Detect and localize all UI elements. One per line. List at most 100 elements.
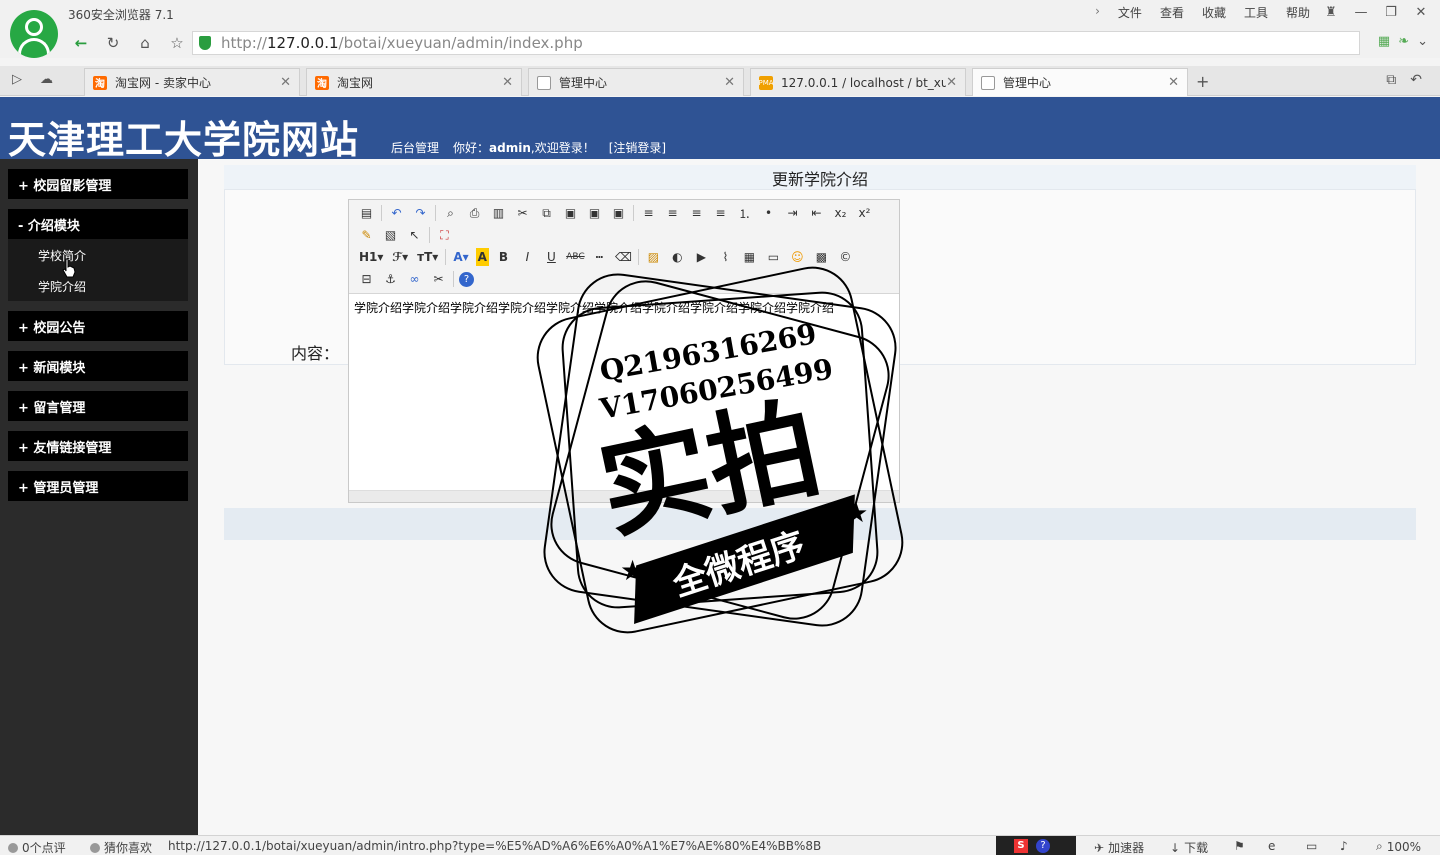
align-right-icon[interactable]: ≡ [687, 204, 706, 222]
tab-admin-center-active[interactable]: 管理中心 ✕ [972, 68, 1188, 96]
align-left-icon[interactable]: ≡ [639, 204, 658, 222]
minimize-button[interactable]: — [1350, 2, 1372, 22]
print-icon[interactable]: ⎙ [465, 204, 484, 222]
menu-file[interactable]: 文件 [1118, 4, 1142, 21]
tab-close-icon[interactable]: ✕ [502, 75, 513, 90]
close-button[interactable]: ✕ [1410, 2, 1432, 22]
link-icon[interactable]: ∞ [405, 270, 424, 288]
underline-icon[interactable]: U [542, 248, 561, 266]
media-icon[interactable]: ▶ [692, 248, 711, 266]
menu-tools[interactable]: 工具 [1244, 4, 1268, 21]
sound-icon[interactable]: ♪ [1340, 839, 1348, 853]
menu-help[interactable]: 帮助 [1286, 4, 1310, 21]
line-icon[interactable]: ▭ [764, 248, 783, 266]
flash-icon[interactable]: ◐ [668, 248, 687, 266]
url-input[interactable]: http://127.0.0.1/botai/xueyuan/admin/ind… [192, 31, 1360, 55]
sidebar-item-news-module[interactable]: + 新闻模块 [8, 351, 188, 381]
strikethrough-icon[interactable]: ABC [566, 248, 585, 266]
sidebar-item-messages[interactable]: + 留言管理 [8, 391, 188, 421]
dropdown-chevron-icon[interactable]: ⌄ [1417, 34, 1428, 49]
maximize-button[interactable]: ❐ [1380, 2, 1402, 22]
chevron-right-icon[interactable]: › [1095, 4, 1100, 21]
italic-icon[interactable]: I [518, 248, 537, 266]
cloud-icon[interactable]: ☁ [40, 72, 53, 87]
sidebar-item-friend-links[interactable]: + 友情链接管理 [8, 431, 188, 461]
font-color-icon[interactable]: A▾ [451, 248, 470, 266]
table-icon[interactable]: ▦ [740, 248, 759, 266]
sogou-icon[interactable]: S [1014, 839, 1028, 853]
map-icon[interactable]: ▩ [812, 248, 831, 266]
unordered-list-icon[interactable]: • [759, 204, 778, 222]
clear-format-icon[interactable]: ✎ [357, 226, 376, 244]
paste-text-icon[interactable]: ▣ [585, 204, 604, 222]
align-justify-icon[interactable]: ≡ [711, 204, 730, 222]
tab-close-icon[interactable]: ✕ [280, 75, 291, 90]
font-family-icon[interactable]: ℱ▾ [390, 248, 410, 266]
template-icon[interactable]: ▥ [489, 204, 508, 222]
logout-link[interactable]: [注销登录] [609, 139, 666, 156]
subscript-icon[interactable]: x₂ [831, 204, 850, 222]
anchor-icon[interactable]: ⚓ [381, 270, 400, 288]
sidebar-toggle-icon[interactable]: ▷ [12, 72, 22, 87]
page-break-icon[interactable]: ⊟ [357, 270, 376, 288]
qrcode-icon[interactable]: ▦ [1378, 34, 1390, 49]
outdent-icon[interactable]: ⇤ [807, 204, 826, 222]
emoticon-icon[interactable]: ☺ [788, 248, 807, 266]
editor-content[interactable]: 学院介绍学院介绍学院介绍学院介绍学院介绍学院介绍学院介绍学院介绍学院介绍学院介绍 [354, 300, 874, 317]
copy-icon[interactable]: ⧉ [537, 204, 556, 222]
source-icon[interactable]: ▤ [357, 204, 376, 222]
remove-format-icon[interactable]: ⌫ [614, 248, 633, 266]
tab-list-icon[interactable]: ⧉ [1386, 72, 1396, 88]
tab-close-icon[interactable]: ✕ [724, 75, 735, 90]
hr-icon[interactable]: ┅ [590, 248, 609, 266]
back-icon[interactable]: ← [70, 32, 92, 54]
select-icon[interactable]: ↖ [405, 226, 424, 244]
undo-icon[interactable]: ↶ [387, 204, 406, 222]
sidebar-item-intro-module[interactable]: - 介绍模块 [8, 209, 188, 239]
accelerator-button[interactable]: ✈ 加速器 [1094, 839, 1144, 855]
image-icon[interactable]: ▨ [644, 248, 663, 266]
zoom-control[interactable]: ⌕ 100% [1376, 839, 1421, 854]
font-size-icon[interactable]: ᴛT▾ [415, 248, 440, 266]
help-circle-icon[interactable]: ? [1036, 839, 1050, 853]
sidebar-subitem-college-intro[interactable]: 学院介绍 [38, 278, 86, 295]
user-avatar-icon[interactable] [10, 10, 58, 58]
download-button[interactable]: ↓ 下载 [1170, 839, 1208, 855]
tab-taobao-seller[interactable]: 淘 淘宝网 - 卖家中心 ✕ [84, 68, 300, 96]
highlight-icon[interactable]: A [475, 248, 489, 266]
unlink-icon[interactable]: ✂ [429, 270, 448, 288]
tab-close-icon[interactable]: ✕ [946, 75, 957, 90]
align-center-icon[interactable]: ≡ [663, 204, 682, 222]
heading-select-icon[interactable]: H1▾ [357, 248, 385, 266]
cut-icon[interactable]: ✂ [513, 204, 532, 222]
ordered-list-icon[interactable]: ⒈ [735, 204, 754, 222]
code-icon[interactable]: © [836, 248, 855, 266]
attachment-icon[interactable]: ⌇ [716, 248, 735, 266]
sidebar-item-campus-photos[interactable]: + 校园留影管理 [8, 169, 188, 199]
tab-close-icon[interactable]: ✕ [1168, 75, 1179, 90]
guess-like-status[interactable]: 猜你喜欢 [90, 839, 152, 855]
paste-icon[interactable]: ▣ [561, 204, 580, 222]
home-icon[interactable]: ⌂ [134, 32, 156, 54]
skin-icon[interactable]: ♜ [1320, 2, 1342, 22]
comments-status[interactable]: 0个点评 [8, 839, 66, 855]
paste-word-icon[interactable]: ▣ [609, 204, 628, 222]
indent-icon[interactable]: ⇥ [783, 204, 802, 222]
window-icon[interactable]: ▭ [1306, 839, 1317, 853]
leaf-icon[interactable]: ❧ [1398, 34, 1409, 49]
new-tab-icon[interactable]: + [1196, 72, 1209, 91]
bold-icon[interactable]: B [494, 248, 513, 266]
sidebar-item-admins[interactable]: + 管理员管理 [8, 471, 188, 501]
preview-icon[interactable]: ⌕ [441, 204, 460, 222]
select-all-icon[interactable]: ▧ [381, 226, 400, 244]
superscript-icon[interactable]: x² [855, 204, 874, 222]
menu-view[interactable]: 查看 [1160, 4, 1184, 21]
fullscreen-icon[interactable]: ⛶ [435, 226, 454, 244]
tab-taobao[interactable]: 淘 淘宝网 ✕ [306, 68, 522, 96]
refresh-icon[interactable]: ↻ [102, 32, 124, 54]
tab-admin-center[interactable]: 管理中心 ✕ [528, 68, 744, 96]
sidebar-item-campus-notice[interactable]: + 校园公告 [8, 311, 188, 341]
undo-close-icon[interactable]: ↶ [1410, 72, 1422, 88]
ie-icon[interactable]: e [1268, 839, 1275, 853]
star-icon[interactable]: ☆ [166, 32, 188, 54]
